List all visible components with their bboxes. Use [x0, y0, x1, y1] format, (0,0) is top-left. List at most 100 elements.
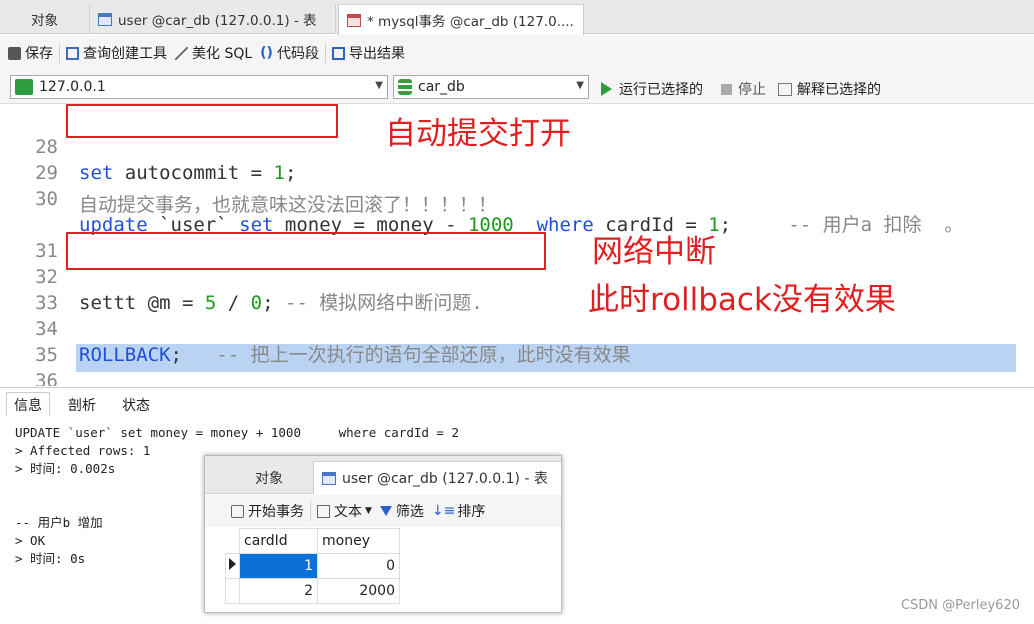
tab-profile[interactable]: 剖析 [60, 392, 104, 417]
tab-info[interactable]: 信息 [6, 392, 50, 417]
filter-button[interactable]: 筛选 [379, 501, 424, 521]
text-view-label: 文本 [334, 504, 362, 520]
stop-button[interactable]: 停止 [721, 79, 766, 99]
toolbar-divider [324, 43, 326, 63]
sort-label: 排序 [457, 504, 486, 520]
annotation-autocommit: 自动提交打开 [385, 116, 571, 152]
beautify-sql-label: 美化 SQL [192, 46, 253, 62]
braces-icon: () [260, 45, 273, 61]
sort-icon: ↓≡ [431, 503, 456, 519]
tab-status-label: 状态 [122, 397, 150, 414]
export-icon [331, 46, 345, 60]
row-header-corner [225, 528, 240, 554]
query-builder-label: 查询创建工具 [83, 46, 167, 62]
table-row[interactable]: 2 2000 [225, 578, 400, 604]
code-line: 37 [0, 368, 1034, 386]
filter-icon [379, 506, 392, 516]
stop-label: 停止 [738, 82, 766, 98]
code-line: 35 [0, 316, 1034, 366]
code-snippet-label: 代码段 [276, 46, 319, 62]
table-icon [98, 12, 112, 26]
begin-transaction-label: 开始事务 [248, 504, 304, 520]
chevron-down-icon: ▼ [576, 80, 584, 91]
cell-money[interactable]: 2000 [317, 578, 400, 604]
network-error-highlight-box [66, 232, 546, 270]
play-icon [601, 82, 612, 96]
code-snippet-button[interactable]: () 代码段 [260, 43, 319, 63]
line-number: 30 [35, 188, 58, 210]
data-grid: cardId money 1 0 2 2000 [225, 528, 400, 604]
popup-toolbar: 开始事务 文本 ▼ 筛选 ↓≡ 排序 [205, 495, 561, 527]
annotation-network: 网络中断 [592, 234, 716, 270]
run-selected-label: 运行已选择的 [619, 82, 703, 98]
explain-selected-label: 解释已选择的 [797, 82, 881, 98]
tab-objects-label: 对象 [31, 13, 58, 29]
tab-profile-label: 剖析 [68, 397, 96, 414]
chevron-down-icon: ▼ [375, 80, 383, 91]
autocommit-highlight-box [66, 104, 338, 138]
table-row[interactable]: 1 0 [225, 553, 400, 579]
popup-tab-user-table-label: user @car_db (127.0.0.1) - 表 [342, 471, 548, 487]
popup-tab-bar: 对象 user @car_db (127.0.0.1) - 表 [205, 456, 561, 494]
connection-toolbar: 127.0.0.1 ▼ car_db ▼ 运行已选择的 停止 解释已选择的 [0, 71, 1034, 104]
tab-status[interactable]: 状态 [114, 392, 158, 417]
database-value: car_db [418, 79, 465, 95]
code-line: 30 update `user` set money = money - 100… [0, 160, 1034, 236]
transaction-icon [231, 504, 244, 518]
document-icon [317, 504, 330, 518]
tab-mysql-transaction[interactable]: * mysql事务 @car_db (127.0.... [338, 4, 584, 35]
query-builder-icon [66, 46, 79, 60]
message-line: UPDATE `user` set money = money + 1000 w… [15, 425, 460, 440]
watermark: CSDN @Perley620 [900, 598, 1020, 613]
text-view-button[interactable]: 文本 ▼ [317, 501, 372, 521]
connection-value: 127.0.0.1 [39, 79, 106, 95]
explain-icon [778, 82, 792, 96]
popup-tab-user-table[interactable]: user @car_db (127.0.0.1) - 表 [313, 461, 561, 494]
tab-user-table[interactable]: user @car_db (127.0.0.1) - 表 [90, 4, 336, 34]
toolbar-divider [310, 501, 311, 521]
cell-money[interactable]: 0 [317, 553, 400, 579]
row-indicator[interactable] [225, 578, 240, 604]
cell-cardid[interactable]: 2 [239, 578, 318, 604]
run-selected-button[interactable]: 运行已选择的 [601, 79, 703, 99]
grid-header-row: cardId money [225, 528, 400, 554]
query-builder-button[interactable]: 查询创建工具 [66, 43, 167, 63]
save-icon [8, 46, 21, 60]
annotation-rollback: 此时rollback没有效果 [588, 282, 896, 318]
connection-select[interactable]: 127.0.0.1 ▼ [10, 75, 388, 99]
popup-tab-objects[interactable]: 对象 [225, 461, 313, 494]
chevron-down-icon: ▼ [365, 506, 372, 516]
row-indicator[interactable] [225, 553, 240, 579]
beautify-sql-button[interactable]: 美化 SQL [175, 43, 252, 63]
save-label: 保存 [25, 46, 53, 62]
cell-cardid[interactable]: 1 [239, 553, 318, 579]
database-select[interactable]: car_db ▼ [393, 75, 589, 99]
tab-mysql-transaction-label: * mysql事务 @car_db (127.0.... [367, 14, 574, 30]
wand-icon [175, 46, 188, 60]
database-icon [398, 79, 412, 95]
explain-selected-button[interactable]: 解释已选择的 [778, 79, 881, 99]
sql-editor[interactable]: 28 set autocommit = 1; 29 30 update `use… [0, 104, 1034, 386]
tab-info-label: 信息 [14, 397, 42, 414]
row-pointer-icon [229, 558, 236, 570]
sort-button[interactable]: ↓≡ 排序 [432, 501, 485, 521]
column-header-cardid[interactable]: cardId [239, 528, 318, 554]
save-button[interactable]: 保存 [8, 43, 53, 63]
tab-bar: 对象 user @car_db (127.0.0.1) - 表 * mysql事… [0, 0, 1034, 35]
main-toolbar: 保存 查询创建工具 美化 SQL () 代码段 导出结果 [0, 35, 1034, 71]
export-results-button[interactable]: 导出结果 [331, 43, 405, 63]
toolbar-divider [59, 43, 60, 63]
table-preview-window: 对象 user @car_db (127.0.0.1) - 表 开始事务 文本 ▼… [204, 455, 562, 613]
table-icon [322, 471, 336, 485]
export-results-label: 导出结果 [348, 46, 405, 62]
popup-tab-objects-label: 对象 [255, 470, 283, 487]
column-header-money[interactable]: money [317, 528, 400, 554]
stop-icon [721, 83, 732, 95]
result-tabs: 信息 剖析 状态 [0, 387, 1034, 417]
filter-label: 筛选 [395, 504, 424, 520]
tab-objects[interactable]: 对象 [0, 4, 90, 34]
connection-icon [15, 79, 33, 95]
code-line: 36 UPDATE `user` set money = money + 100… [0, 342, 1034, 386]
begin-transaction-button[interactable]: 开始事务 [231, 501, 304, 521]
tab-user-table-label: user @car_db (127.0.0.1) - 表 [118, 13, 317, 29]
